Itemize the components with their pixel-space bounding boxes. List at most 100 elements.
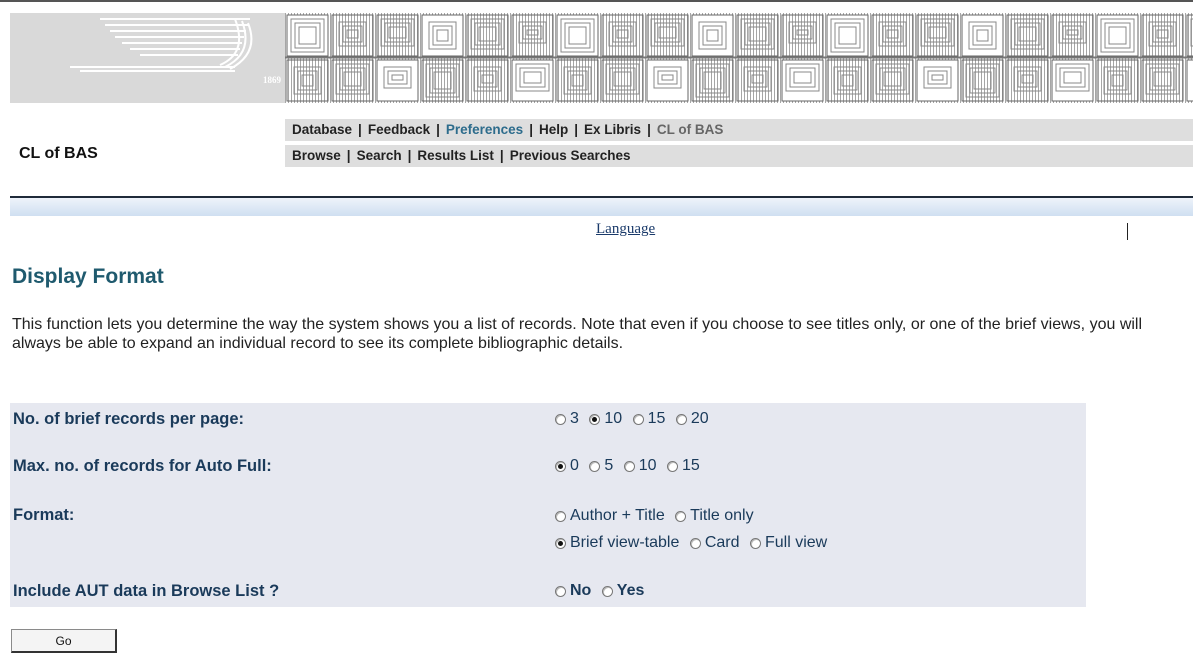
nav-search[interactable]: Search — [357, 148, 402, 163]
radio-button[interactable] — [749, 537, 761, 549]
banner-tile — [961, 59, 1004, 102]
radio-button[interactable] — [589, 460, 601, 472]
nav-separator: | — [358, 122, 362, 137]
option-label: 0 — [570, 457, 579, 474]
banner-tile — [1096, 14, 1139, 57]
aut-data-label: Include AUT data in Browse List ? — [13, 582, 280, 600]
secondary-navigation: Browse | Search | Results List | Previous Sear… — [285, 145, 1193, 167]
option-label: Full view — [764, 534, 828, 551]
banner-tile — [421, 14, 464, 57]
banner-tile — [781, 59, 824, 102]
banner-tile — [961, 14, 1004, 57]
auto-full-option-5[interactable]: 5 — [589, 457, 613, 475]
option-label: Author + Title — [570, 507, 665, 524]
nav-cl-of-bas[interactable]: CL of BAS — [657, 122, 724, 137]
option-label: Card — [704, 534, 740, 551]
divider-bar — [10, 196, 1193, 216]
radio-button[interactable] — [555, 585, 566, 597]
vertical-separator — [1127, 223, 1128, 240]
nav-help[interactable]: Help — [539, 122, 568, 137]
nav-ex-libris[interactable]: Ex Libris — [584, 122, 641, 137]
nav-results-list[interactable]: Results List — [417, 148, 494, 163]
library-logo: 1869 — [10, 13, 285, 103]
option-label: 5 — [604, 457, 614, 474]
banner-tile — [1051, 59, 1094, 102]
site-name: CL of BAS — [19, 145, 98, 162]
banner-tile — [466, 59, 509, 102]
radio-button[interactable] — [601, 585, 613, 597]
brief-records-option-20[interactable]: 20 — [675, 410, 709, 428]
nav-separator: | — [346, 148, 351, 163]
format-option-card[interactable]: Card — [689, 534, 740, 552]
banner-tile — [376, 59, 419, 102]
auto-full-option-15[interactable]: 15 — [666, 457, 700, 475]
banner-tile — [1096, 59, 1139, 102]
aut-data-option-no[interactable]: No — [555, 582, 591, 600]
top-navigation: Database | Feedback | Preferences | Help | Ex Li… — [285, 119, 1193, 141]
option-label: 10 — [604, 410, 623, 427]
format-option-brief-view-table[interactable]: Brief view-table — [555, 534, 679, 552]
auto-full-option-0[interactable]: 0 — [555, 457, 579, 475]
banner-tile — [736, 14, 779, 57]
banner-tile — [466, 14, 509, 57]
nav-separator: | — [574, 122, 579, 137]
nav-feedback[interactable]: Feedback — [368, 122, 430, 137]
banner-tile — [1051, 14, 1094, 57]
radio-button[interactable] — [675, 413, 687, 425]
banner-tile — [916, 14, 959, 57]
auto-full-label: Max. no. of records for Auto Full: — [13, 457, 272, 475]
preferences-form — [10, 403, 1086, 607]
banner-tile — [871, 59, 914, 102]
radio-button[interactable] — [666, 460, 678, 472]
go-button[interactable]: Go — [11, 629, 117, 653]
radio-button[interactable] — [689, 537, 701, 549]
radio-button[interactable] — [555, 413, 566, 425]
brief-records-option-15[interactable]: 15 — [632, 410, 665, 428]
auto-full-options: 0 5 10 15 — [555, 457, 706, 477]
brief-records-option-3[interactable]: 3 — [555, 410, 579, 428]
radio-button[interactable] — [555, 510, 566, 522]
nav-separator: | — [407, 148, 412, 163]
radio-button[interactable] — [675, 510, 687, 522]
banner-tile — [916, 59, 959, 102]
nav-database[interactable]: Database — [292, 122, 352, 137]
page-title: Display Format — [12, 265, 164, 288]
aut-data-option-yes[interactable]: Yes — [601, 582, 644, 600]
format-label: Format: — [13, 506, 75, 524]
language-link[interactable]: Language — [596, 221, 655, 238]
nav-previous-searches[interactable]: Previous Searches — [510, 148, 631, 163]
brief-records-options: 3 10 15 20 — [555, 410, 715, 430]
radio-button-selected[interactable] — [589, 413, 601, 425]
banner-tile — [556, 14, 599, 57]
format-option-title-only[interactable]: Title only — [675, 507, 754, 525]
format-option-author-title[interactable]: Author + Title — [555, 507, 665, 525]
nav-preferences[interactable]: Preferences — [446, 122, 523, 137]
radio-button[interactable] — [623, 460, 635, 472]
logo-year: 1869 — [263, 75, 281, 85]
banner-tile — [511, 59, 554, 102]
banner-tile — [691, 59, 734, 102]
banner-tile — [1141, 14, 1184, 57]
banner-tile — [511, 14, 554, 57]
banner-tile — [646, 59, 689, 102]
radio-button-selected[interactable] — [555, 460, 566, 472]
format-options-line-2: Brief view-table Card Full view — [555, 534, 833, 554]
nav-separator: | — [529, 122, 533, 137]
banner-tile — [601, 59, 644, 102]
brief-records-label: No. of brief records per page: — [13, 410, 245, 428]
radio-button[interactable] — [632, 413, 644, 425]
banner-tile — [826, 14, 869, 57]
format-options-line-1: Author + Title Title only — [555, 507, 760, 527]
banner-tile — [736, 59, 779, 102]
banner-pattern — [285, 14, 1193, 102]
banner-tile — [1141, 59, 1184, 102]
banner-tile — [781, 14, 824, 57]
auto-full-option-10[interactable]: 10 — [623, 457, 657, 475]
banner-tile — [421, 59, 464, 102]
banner-tile — [331, 59, 374, 102]
format-option-full-view[interactable]: Full view — [749, 534, 828, 552]
radio-button-selected[interactable] — [555, 537, 566, 549]
header-banner — [285, 13, 1193, 103]
nav-browse[interactable]: Browse — [292, 148, 341, 163]
brief-records-option-10[interactable]: 10 — [589, 410, 622, 428]
